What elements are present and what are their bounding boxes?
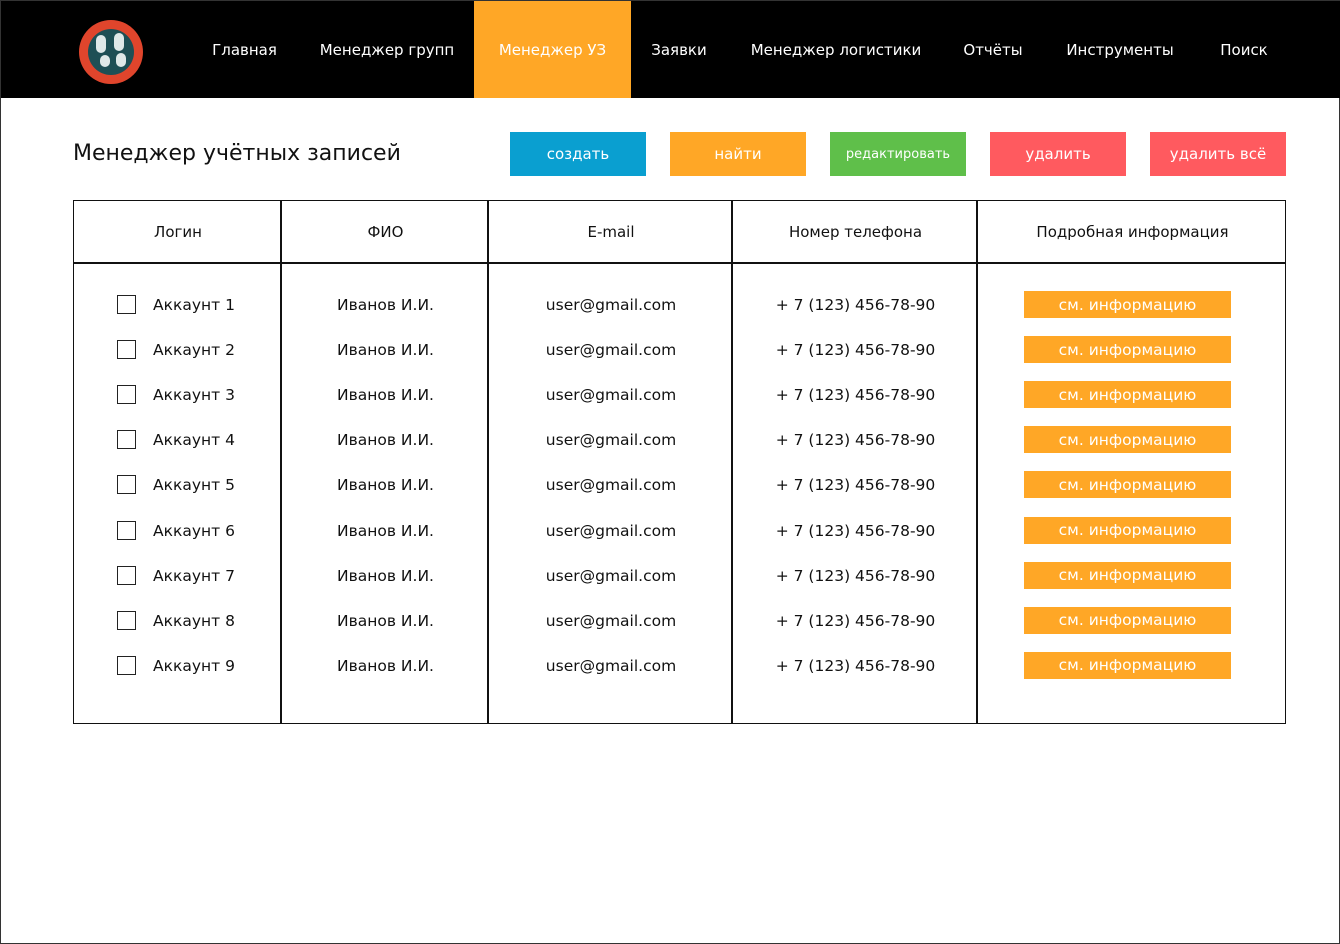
name-cell: Иванов И.И. xyxy=(337,386,434,405)
nav-item[interactable]: Менеджер групп xyxy=(301,1,473,98)
nav-item[interactable]: Главная xyxy=(191,1,298,98)
logo[interactable] xyxy=(79,20,143,84)
login-cell: Аккаунт 3 xyxy=(153,386,235,405)
nav-item[interactable]: Менеджер УЗ xyxy=(474,1,631,98)
header-divider xyxy=(74,262,1285,264)
row-checkbox[interactable] xyxy=(117,340,136,360)
column-divider xyxy=(731,201,733,723)
column-divider xyxy=(280,201,282,723)
login-cell: Аккаунт 4 xyxy=(153,431,235,450)
create-button[interactable]: создать xyxy=(510,132,646,176)
row-checkbox[interactable] xyxy=(117,385,136,405)
row-checkbox[interactable] xyxy=(117,565,136,585)
name-cell: Иванов И.И. xyxy=(337,476,434,495)
accounts-table: Логин ФИО E-mail Номер телефона Подробная ин… xyxy=(73,200,1286,724)
email-cell: user@gmail.com xyxy=(545,341,677,360)
column-header: E-mail xyxy=(587,222,635,241)
name-cell: Иванов И.И. xyxy=(337,341,434,360)
view-info-button[interactable]: см. информацию xyxy=(1024,606,1231,634)
row-checkbox[interactable] xyxy=(117,475,136,495)
email-cell: user@gmail.com xyxy=(545,521,677,540)
view-info-button[interactable]: см. информацию xyxy=(1024,426,1231,454)
column-header: Логин xyxy=(154,222,202,241)
login-cell: Аккаунт 2 xyxy=(153,341,235,360)
row-checkbox[interactable] xyxy=(117,430,136,450)
email-cell: user@gmail.com xyxy=(545,611,677,630)
view-info-button[interactable]: см. информацию xyxy=(1024,336,1231,364)
nav-item[interactable]: Инструменты xyxy=(1051,1,1189,98)
email-cell: user@gmail.com xyxy=(545,431,677,450)
email-cell: user@gmail.com xyxy=(545,476,677,495)
phone-cell: + 7 (123) 456-78-90 xyxy=(775,431,936,450)
column-divider xyxy=(487,201,489,723)
nav-item[interactable]: Поиск xyxy=(1196,1,1292,98)
name-cell: Иванов И.И. xyxy=(337,521,434,540)
nav-item[interactable]: Отчёты xyxy=(941,1,1045,98)
email-cell: user@gmail.com xyxy=(545,386,677,405)
view-info-button[interactable]: см. информацию xyxy=(1024,561,1231,589)
login-cell: Аккаунт 7 xyxy=(153,566,235,585)
view-info-button[interactable]: см. информацию xyxy=(1024,291,1231,318)
phone-cell: + 7 (123) 456-78-90 xyxy=(775,386,936,405)
view-info-button[interactable]: см. информацию xyxy=(1024,651,1231,679)
row-checkbox[interactable] xyxy=(117,655,136,675)
view-info-button[interactable]: см. информацию xyxy=(1024,381,1231,409)
phone-cell: + 7 (123) 456-78-90 xyxy=(775,521,936,540)
phone-cell: + 7 (123) 456-78-90 xyxy=(775,296,936,314)
view-info-button[interactable]: см. информацию xyxy=(1024,516,1231,544)
name-cell: Иванов И.И. xyxy=(337,431,434,450)
name-cell: Иванов И.И. xyxy=(337,566,434,585)
column-divider xyxy=(976,201,978,723)
phone-cell: + 7 (123) 456-78-90 xyxy=(775,566,936,585)
column-header: ФИО xyxy=(367,222,404,241)
delete-button[interactable]: удалить xyxy=(990,132,1126,176)
name-cell: Иванов И.И. xyxy=(337,656,434,675)
login-cell: Аккаунт 8 xyxy=(153,611,235,630)
page-title: Менеджер учётных записей xyxy=(73,141,401,166)
email-cell: user@gmail.com xyxy=(545,296,677,314)
email-cell: user@gmail.com xyxy=(545,566,677,585)
login-cell: Аккаунт 5 xyxy=(153,476,235,495)
view-info-button[interactable]: см. информацию xyxy=(1024,471,1231,499)
nav-item[interactable]: Заявки xyxy=(631,1,727,98)
login-cell: Аккаунт 9 xyxy=(153,656,235,675)
name-cell: Иванов И.И. xyxy=(337,611,434,630)
nav-item[interactable]: Менеджер логистики xyxy=(731,1,941,98)
login-cell: Аккаунт 6 xyxy=(153,521,235,540)
edit-button[interactable]: редактировать xyxy=(830,132,966,176)
delete-all-button[interactable]: удалить всё xyxy=(1150,132,1286,176)
phone-cell: + 7 (123) 456-78-90 xyxy=(775,611,936,630)
top-nav: Главная Менеджер групп Менеджер УЗ Заявки Ме… xyxy=(1,1,1340,98)
row-checkbox[interactable] xyxy=(117,295,136,314)
name-cell: Иванов И.И. xyxy=(337,296,434,314)
email-cell: user@gmail.com xyxy=(545,656,677,675)
column-header: Подробная информация xyxy=(1036,222,1229,241)
find-button[interactable]: найти xyxy=(670,132,806,176)
login-cell: Аккаунт 1 xyxy=(153,296,235,314)
footprints-icon xyxy=(88,29,134,75)
row-checkbox[interactable] xyxy=(117,520,136,540)
row-checkbox[interactable] xyxy=(117,610,136,630)
phone-cell: + 7 (123) 456-78-90 xyxy=(775,656,936,675)
phone-cell: + 7 (123) 456-78-90 xyxy=(775,341,936,360)
phone-cell: + 7 (123) 456-78-90 xyxy=(775,476,936,495)
column-header: Номер телефона xyxy=(788,222,923,241)
